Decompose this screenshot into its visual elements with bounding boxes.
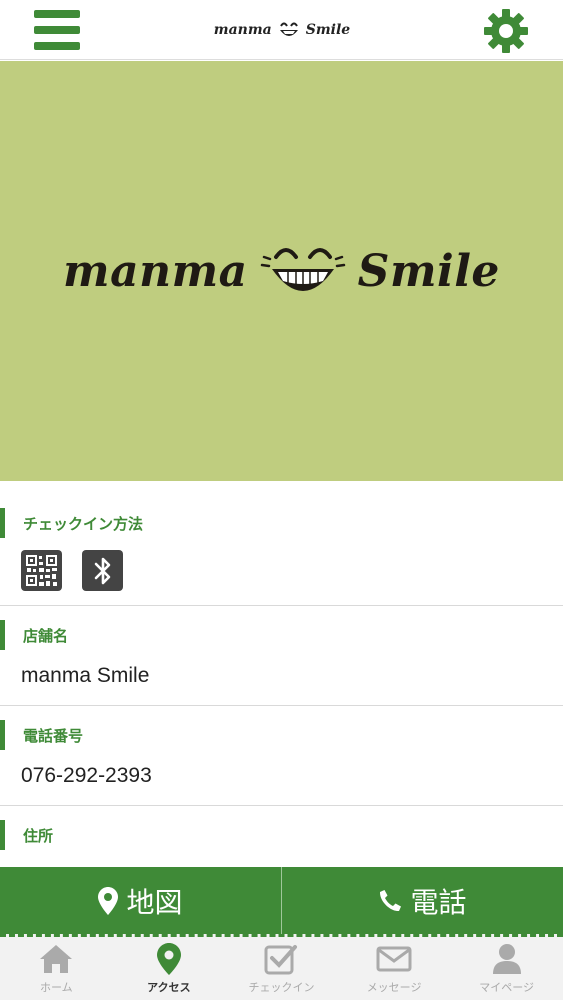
tab-message[interactable]: メッセージ — [338, 937, 451, 1000]
home-icon — [40, 945, 73, 973]
section-title: 電話番号 — [0, 720, 83, 750]
section-title: 店舗名 — [0, 620, 68, 650]
address-label: 住所 — [23, 826, 54, 845]
section-title: チェックイン方法 — [0, 508, 143, 538]
shop-name-section: 店舗名 manma Smile — [0, 620, 563, 706]
map-button[interactable]: 地図 — [0, 867, 281, 934]
checkbox-icon — [264, 945, 298, 975]
hero-logo-left: manma — [63, 245, 248, 297]
tab-home[interactable]: ホーム — [0, 937, 113, 1000]
envelope-icon — [376, 946, 412, 972]
map-button-label: 地図 — [126, 885, 183, 919]
hamburger-menu-icon[interactable] — [34, 10, 80, 50]
gear-icon[interactable] — [482, 7, 530, 55]
tab-label: アクセス — [147, 981, 191, 994]
phone-section: 電話番号 076-292-2393 — [0, 720, 563, 806]
tab-label: チェックイン — [248, 981, 315, 994]
header-logo: manma Smile — [200, 14, 364, 46]
tab-label: マイページ — [479, 981, 535, 994]
section-title: 住所 — [0, 820, 53, 850]
bottom-tab-bar: ホーム アクセス チェックイン メッセージ マイページ — [0, 934, 563, 1000]
hero-banner: manma Smile — [0, 61, 563, 481]
tab-mypage[interactable]: マイページ — [450, 937, 563, 1000]
map-pin-icon — [156, 943, 181, 975]
map-pin-icon — [98, 886, 119, 915]
bluetooth-icon — [82, 550, 123, 591]
header-logo-right: Smile — [305, 22, 351, 38]
phone-value[interactable]: 076-292-2393 — [21, 764, 152, 788]
address-section: 住所 — [0, 820, 563, 867]
checkin-method-section: チェックイン方法 — [0, 508, 563, 606]
checkin-method-label: チェックイン方法 — [23, 514, 144, 533]
hero-logo-right: Smile — [357, 245, 500, 297]
tab-label: メッセージ — [366, 981, 422, 994]
shop-name-value: manma Smile — [21, 664, 150, 687]
user-icon — [492, 944, 521, 974]
tab-access[interactable]: アクセス — [113, 937, 226, 1000]
phone-button-label: 電話 — [410, 885, 467, 919]
smile-face-icon — [279, 22, 298, 36]
tab-label: ホーム — [39, 981, 73, 994]
phone-icon — [380, 889, 402, 911]
shop-name-label: 店舗名 — [23, 626, 69, 645]
qr-code-icon — [21, 550, 62, 591]
hero-logo: manma Smile — [63, 239, 500, 303]
smile-face-icon — [260, 248, 345, 291]
header-logo-left: manma — [213, 22, 272, 38]
tab-checkin[interactable]: チェックイン — [225, 937, 338, 1000]
action-bar: 地図 電話 — [0, 867, 563, 934]
phone-button[interactable]: 電話 — [282, 867, 563, 934]
phone-label: 電話番号 — [23, 726, 84, 745]
app-header: manma Smile — [0, 0, 563, 60]
